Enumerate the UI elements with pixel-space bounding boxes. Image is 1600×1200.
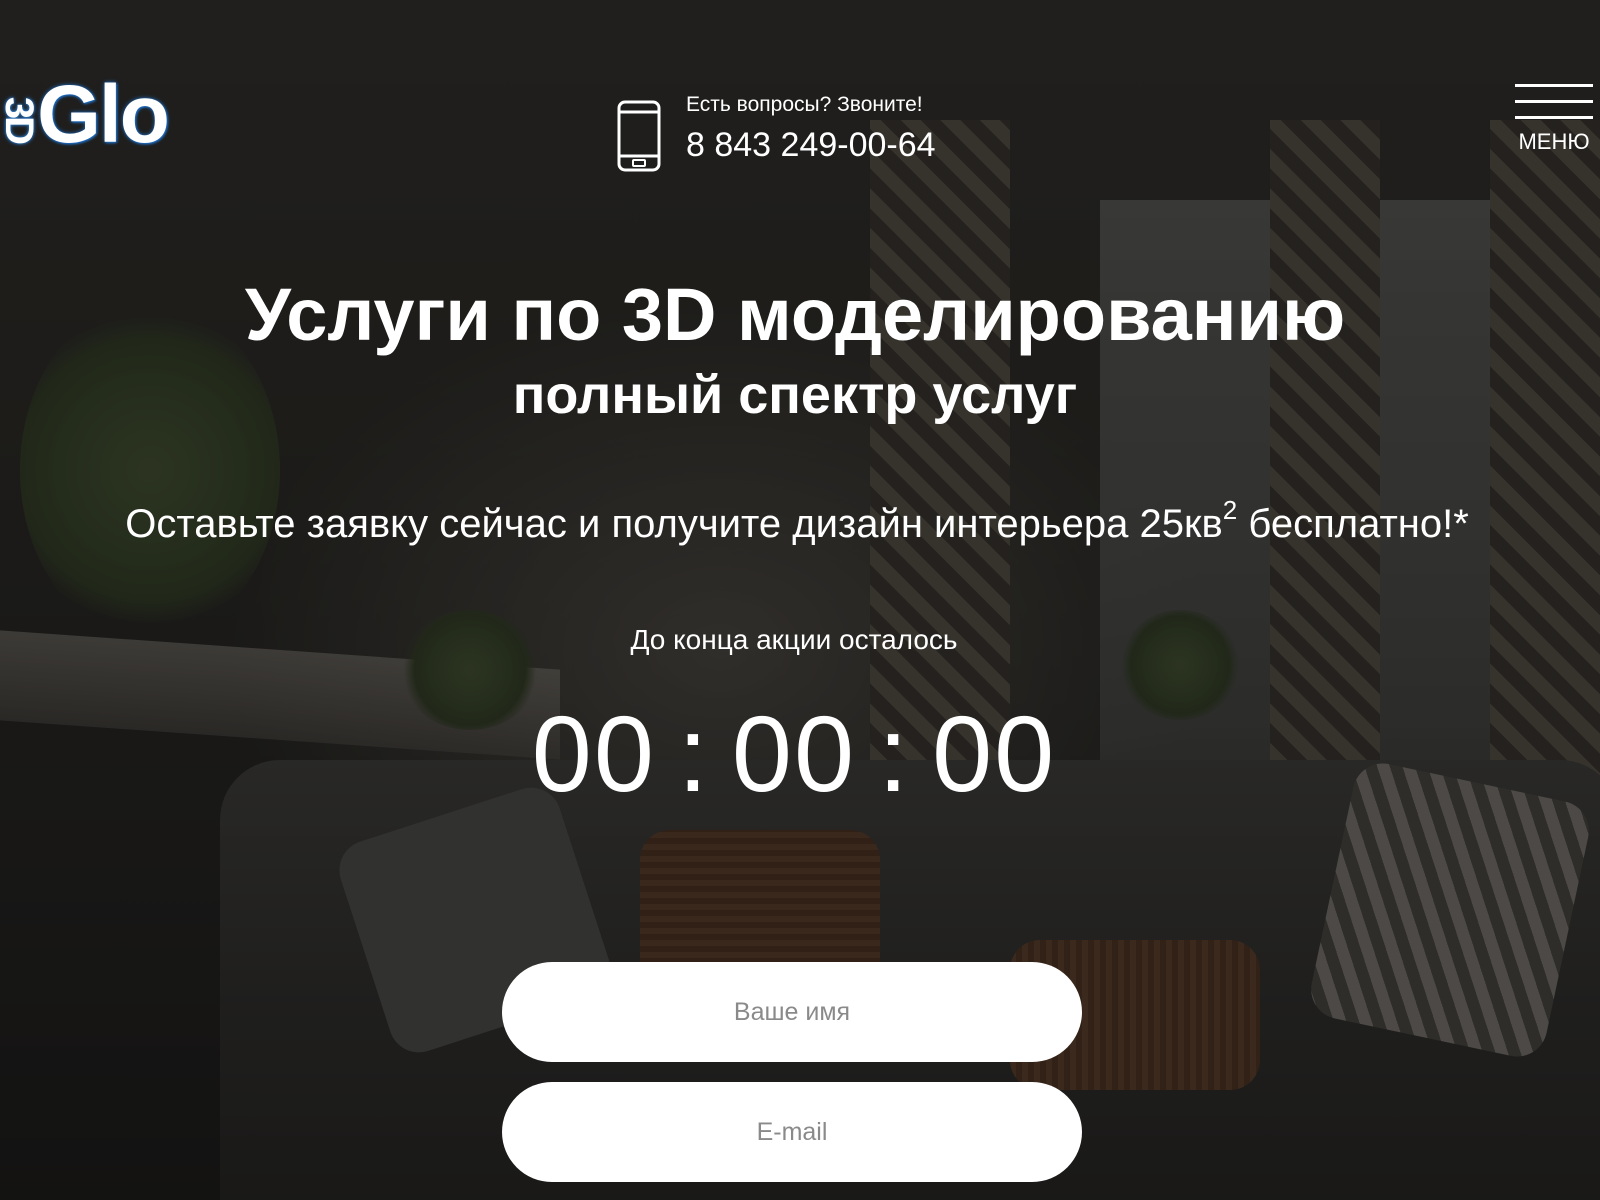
offer-text: Оставьте заявку сейчас и получите дизайн… bbox=[0, 496, 1594, 552]
menu-label: МЕНЮ bbox=[1518, 129, 1590, 154]
hero-subtitle: полный спектр услуг bbox=[512, 365, 1078, 425]
logo-text: Glo bbox=[37, 69, 170, 160]
smartphone-icon bbox=[616, 100, 662, 172]
timer-seconds: 00 bbox=[932, 693, 1057, 814]
hamburger-bar bbox=[1515, 100, 1593, 103]
menu-button[interactable]: МЕНЮ bbox=[1512, 84, 1596, 155]
timer-separator: : bbox=[677, 693, 710, 814]
offer-tail: бесплатно!* bbox=[1237, 502, 1469, 546]
hero-title: Услуги по 3D моделированию bbox=[244, 273, 1346, 356]
header-contact: Есть вопросы? Звоните! 8 843 249-00-64 bbox=[616, 92, 936, 172]
hamburger-bar bbox=[1515, 116, 1593, 119]
timer-minutes: 00 bbox=[731, 693, 857, 814]
contact-text: Есть вопросы? Звоните! 8 843 249-00-64 bbox=[686, 92, 936, 166]
countdown-timer: 00:00:00 bbox=[0, 694, 1588, 814]
phone-number-link[interactable]: 8 843 249-00-64 bbox=[686, 124, 936, 166]
offer-main: Оставьте заявку сейчас и получите дизайн… bbox=[125, 502, 1223, 546]
site-logo[interactable]: 3D Glo bbox=[0, 69, 170, 160]
timer-label: До конца акции осталось bbox=[630, 624, 958, 655]
timer-separator: : bbox=[878, 693, 911, 814]
hamburger-icon bbox=[1512, 84, 1596, 119]
offer-superscript: 2 bbox=[1222, 495, 1238, 525]
logo-prefix: 3D bbox=[0, 96, 42, 143]
timer-hours: 00 bbox=[531, 693, 656, 814]
email-input[interactable] bbox=[502, 1082, 1082, 1182]
contact-question: Есть вопросы? Звоните! bbox=[686, 93, 923, 116]
hamburger-bar bbox=[1515, 84, 1593, 87]
name-input[interactable] bbox=[502, 962, 1082, 1062]
